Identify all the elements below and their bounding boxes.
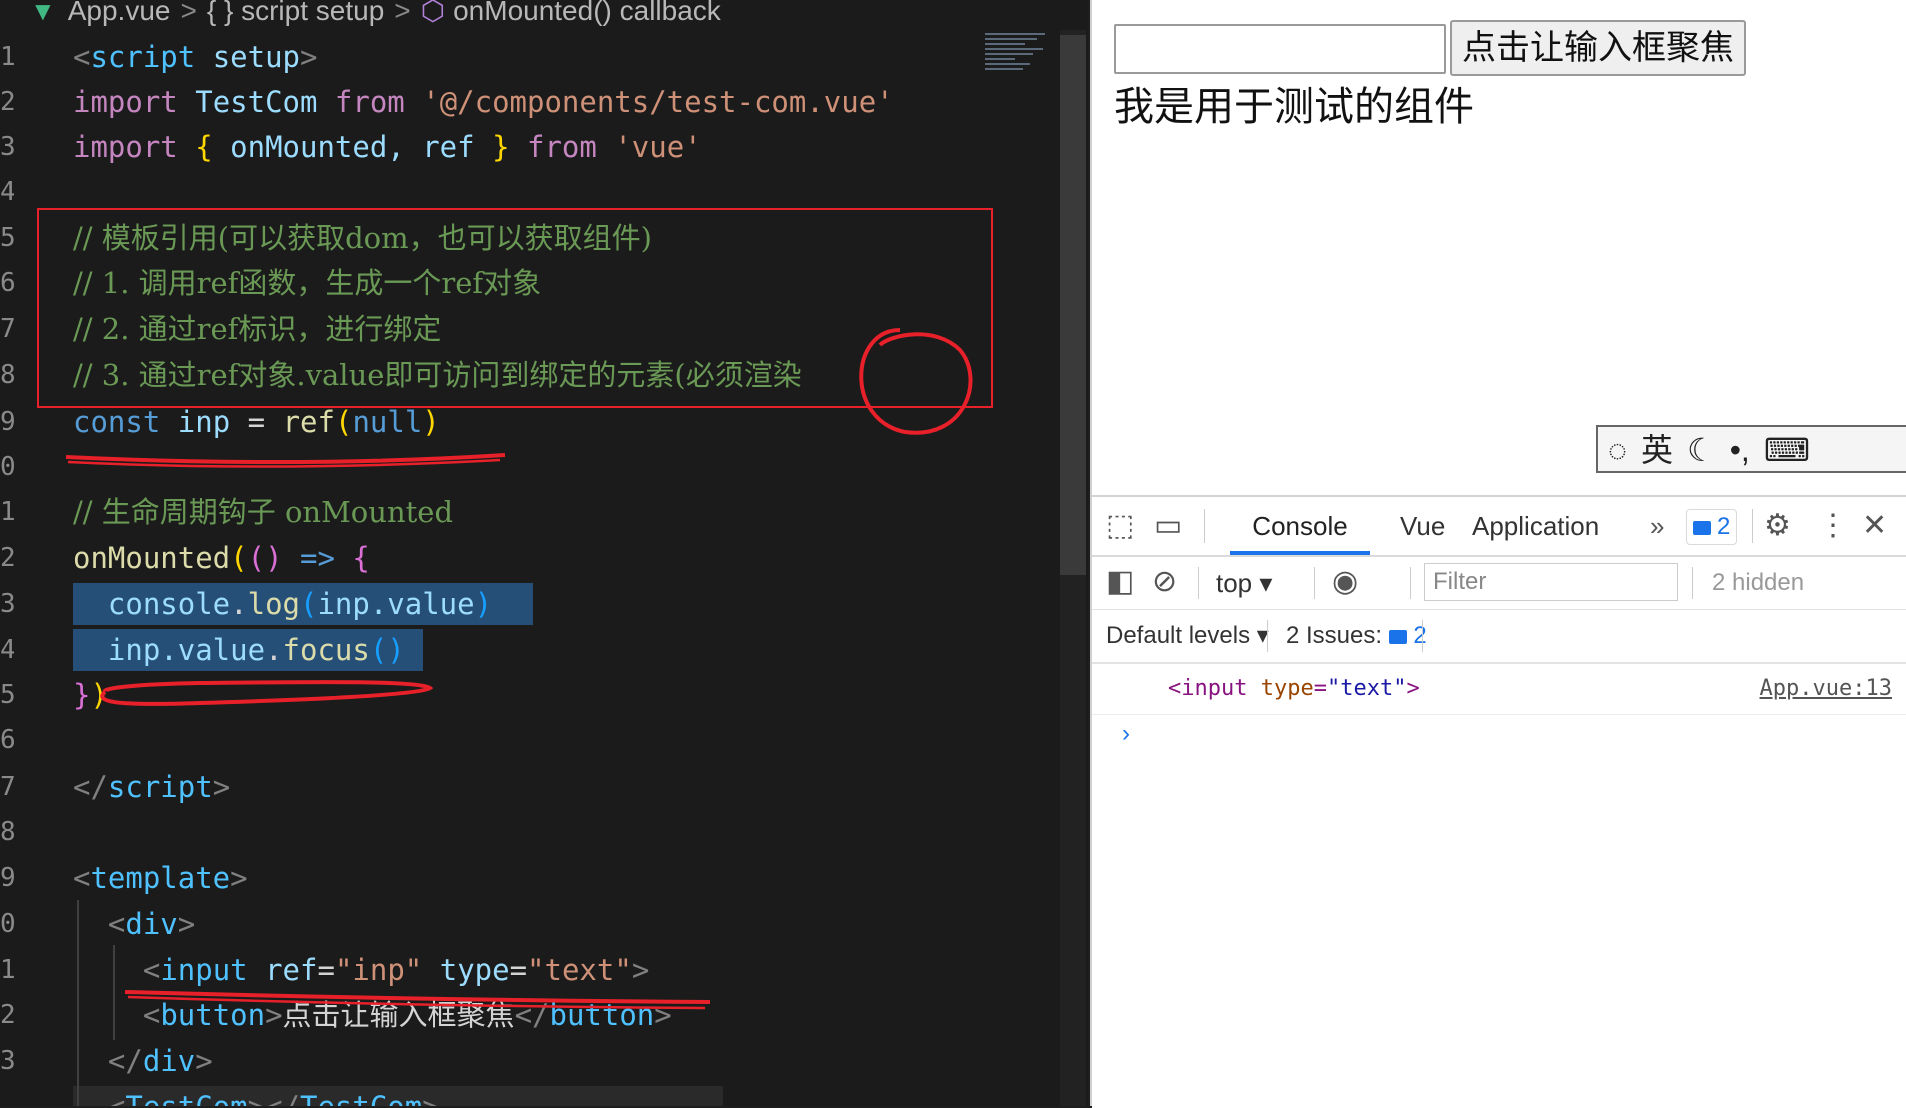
context-selector[interactable]: top ▾ <box>1216 557 1272 609</box>
code-line[interactable]: <div> <box>73 903 195 945</box>
close-icon[interactable]: ✕ <box>1862 497 1887 555</box>
code-line[interactable]: import TestCom from '@/components/test-c… <box>73 81 894 123</box>
line-number: 1 <box>0 497 14 527</box>
console-prompt-icon[interactable]: › <box>1122 720 1130 748</box>
test-component-text: 我是用于测试的组件 <box>1114 85 1474 129</box>
devtools-panel: ⬚ ▭ Console Vue Application » 2 ⚙ ⋮ ✕ ◧ … <box>1092 495 1906 1108</box>
console-log-entry[interactable]: <input type="text"> App.vue:13 <box>1092 664 1906 715</box>
source-link[interactable]: App.vue:13 <box>1760 664 1892 714</box>
settings-gear-icon[interactable]: ⚙ <box>1764 497 1791 555</box>
devtools-tabbar: ⬚ ▭ Console Vue Application » 2 ⚙ ⋮ ✕ <box>1092 497 1906 557</box>
line-number: 0 <box>0 452 14 482</box>
method-icon: ⬡ <box>420 0 446 26</box>
code-line[interactable]: }) <box>73 674 108 716</box>
code-line[interactable]: </div> <box>73 1040 213 1082</box>
breadcrumb-separator: > <box>180 0 197 26</box>
line-number: 1 <box>0 42 14 72</box>
annotation-box <box>37 208 993 408</box>
line-number: 4 <box>0 177 14 207</box>
line-number: 7 <box>0 772 14 802</box>
code-line[interactable]: </script> <box>73 766 230 808</box>
code-editor[interactable]: ▼ App.vue > { } script setup > ⬡ onMounted() c… <box>0 0 1088 1106</box>
log-levels-dropdown[interactable]: Default levels ▾ <box>1106 610 1269 662</box>
vue-file-icon: ▼ <box>30 0 56 26</box>
separator <box>1198 567 1199 599</box>
indent-guide <box>77 900 79 1106</box>
dropdown-arrow-icon: ▾ <box>1259 568 1273 598</box>
breadcrumb-section[interactable]: { } script setup <box>207 0 384 26</box>
indent-guide <box>113 945 115 1040</box>
separator <box>1267 620 1268 652</box>
line-number: 3 <box>0 589 14 619</box>
issues-link[interactable]: 2 Issues: 2 <box>1286 610 1427 662</box>
line-number: 4 <box>0 635 14 665</box>
separator <box>1314 567 1315 599</box>
line-number: 2 <box>0 87 14 117</box>
clear-console-icon[interactable]: ⊘ <box>1152 553 1177 611</box>
selected-code-line[interactable]: inp.value.focus() <box>73 629 423 671</box>
line-number: 1 <box>0 955 14 985</box>
message-icon <box>1388 629 1407 644</box>
line-number: 6 <box>0 268 14 298</box>
code-line[interactable]: <TestCom></TestCom> <box>73 1086 723 1106</box>
line-number: 8 <box>0 817 14 847</box>
line-number: 0 <box>0 909 14 939</box>
more-options-icon[interactable]: ⋮ <box>1818 497 1848 555</box>
minimap[interactable] <box>985 30 1060 110</box>
code-line[interactable]: <template> <box>73 857 248 899</box>
breadcrumb-file[interactable]: App.vue <box>68 0 171 26</box>
code-line[interactable]: <script setup> <box>73 36 317 78</box>
line-number: 7 <box>0 314 14 344</box>
breadcrumb-separator: > <box>394 0 411 26</box>
device-toolbar-icon[interactable]: ▭ <box>1154 497 1182 555</box>
separator <box>1752 509 1753 543</box>
focus-input-button[interactable]: 点击让输入框聚焦 <box>1450 20 1746 76</box>
browser-preview: 点击让输入框聚焦 我是用于测试的组件 ◌ 英 ☾ •, ⌨ ⬚ ▭ Console Vu… <box>1090 0 1906 1108</box>
inspect-element-icon[interactable]: ⬚ <box>1106 497 1134 555</box>
separator <box>1410 567 1411 599</box>
editor-scrollbar-thumb[interactable] <box>1060 35 1086 575</box>
keyboard-icon[interactable]: ⌨ <box>1764 432 1810 468</box>
tab-application[interactable]: Application <box>1472 497 1599 555</box>
line-number: 2 <box>0 543 14 573</box>
punctuation-icon[interactable]: •, <box>1730 432 1750 468</box>
line-number: 5 <box>0 223 14 253</box>
separator <box>1204 509 1205 543</box>
code-comment[interactable]: // 生命周期钩子 onMounted <box>73 491 453 533</box>
selected-code-line[interactable]: console.log(inp.value) <box>73 583 533 625</box>
moon-icon[interactable]: ☾ <box>1687 432 1716 468</box>
live-expression-eye-icon[interactable]: ◉ <box>1332 553 1358 611</box>
ime-toolbar[interactable]: ◌ 英 ☾ •, ⌨ <box>1596 425 1906 473</box>
code-line[interactable]: <button>点击让输入框聚焦</button> <box>73 994 672 1036</box>
line-number: 2 <box>0 1000 14 1030</box>
issues-badge[interactable]: 2 <box>1686 509 1738 545</box>
code-line[interactable]: onMounted(() => { <box>73 537 370 579</box>
line-number: 5 <box>0 680 14 710</box>
separator <box>1692 567 1693 599</box>
hidden-messages-count: 2 hidden <box>1712 569 1805 596</box>
console-toolbar: ◧ ⊘ top ▾ ◉ Filter 2 hidden <box>1092 557 1906 610</box>
console-filter-input[interactable]: Filter <box>1424 563 1678 601</box>
tab-console[interactable]: Console <box>1230 497 1370 555</box>
tab-vue[interactable]: Vue <box>1400 497 1445 555</box>
ime-logo-icon[interactable]: ◌ <box>1608 432 1627 468</box>
sidebar-toggle-icon[interactable]: ◧ <box>1106 553 1134 611</box>
code-line[interactable]: import { onMounted, ref } from 'vue' <box>73 126 702 168</box>
line-number: 3 <box>0 1046 14 1076</box>
line-number: 9 <box>0 407 14 437</box>
line-number: 8 <box>0 360 14 390</box>
line-number: 9 <box>0 863 14 893</box>
console-element[interactable]: <input type="text"> <box>1168 664 1420 714</box>
console-toolbar-row2: Default levels ▾ 2 Issues: 2 <box>1092 610 1906 664</box>
page-text-input[interactable] <box>1114 24 1446 74</box>
breadcrumb-symbol[interactable]: onMounted() callback <box>453 0 721 26</box>
code-line[interactable]: <input ref="inp" type="text"> <box>73 949 649 991</box>
breadcrumb: ▼ App.vue > { } script setup > ⬡ onMounted() c… <box>0 0 1088 26</box>
more-tabs-icon[interactable]: » <box>1650 497 1664 555</box>
line-number: 3 <box>0 132 14 162</box>
line-number: 6 <box>0 725 14 755</box>
separator <box>1422 620 1423 652</box>
ime-language-toggle[interactable]: 英 <box>1641 432 1673 468</box>
